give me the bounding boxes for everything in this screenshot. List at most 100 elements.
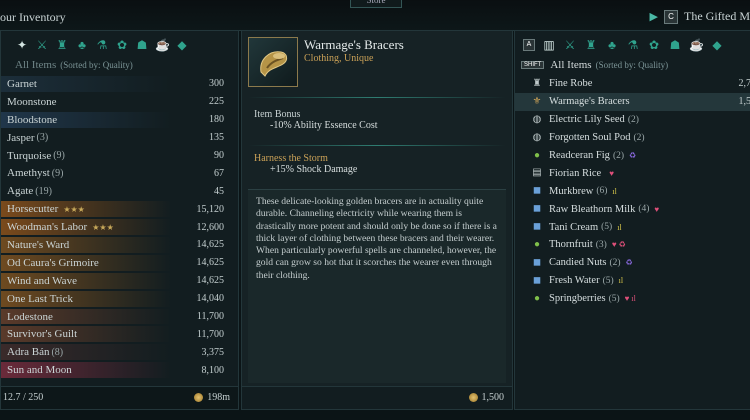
- list-item[interactable]: Nature's Ward 14,625: [1, 236, 238, 254]
- left-subcategory-label: All Items: [15, 59, 57, 71]
- item-count: (9): [51, 167, 64, 179]
- list-item[interactable]: Moonstone 225: [1, 93, 238, 111]
- food-icon[interactable]: ☕: [689, 38, 704, 52]
- rice-icon: ▤: [532, 167, 542, 179]
- list-item[interactable]: Od Caura's Grimoire 14,625: [1, 254, 238, 272]
- merchant-inventory-panel: A ▥ ⚔ ♜ ♣ ⚗ ✿ ☗ ☕ ◆ SHIFT All Items (Sor…: [514, 30, 750, 410]
- item-value: 45: [214, 185, 224, 197]
- list-item[interactable]: ◍ Electric Lily Seed (2): [515, 111, 750, 129]
- item-name: Moonstone: [7, 95, 57, 108]
- key-hint-c[interactable]: C: [664, 9, 679, 24]
- center-price-bar: 1,500: [242, 386, 512, 409]
- player-money: 198m: [194, 392, 230, 403]
- food-icon: ◼: [532, 256, 542, 268]
- list-item[interactable]: Agate (19) 45: [1, 182, 238, 200]
- item-header: Warmage's Bracers Clothing, Unique: [248, 37, 504, 89]
- armor-icon[interactable]: ♜: [584, 38, 598, 52]
- consumables-icon[interactable]: ⚗: [626, 38, 640, 52]
- list-item[interactable]: Wind and Wave 14,625: [1, 272, 238, 290]
- list-item[interactable]: ● Springberries (5) ♥ ıl: [515, 290, 750, 308]
- item-name: Tani Cream: [549, 221, 599, 233]
- accessories-icon[interactable]: ♣: [605, 38, 619, 52]
- seed-icon: ◍: [532, 113, 542, 125]
- list-item[interactable]: Turquoise (9) 90: [1, 147, 238, 165]
- item-name: Fresh Water: [549, 275, 600, 287]
- item-tag: ıl: [617, 222, 622, 232]
- list-item[interactable]: One Last Trick 14,040: [1, 290, 238, 308]
- left-sort-row[interactable]: All Items (Sorted by: Quality): [1, 55, 238, 73]
- item-tag: ♻: [629, 151, 637, 160]
- gem-icon[interactable]: ◆: [175, 38, 189, 52]
- list-item[interactable]: ◼ Murkbrew (6) ıl: [515, 182, 750, 200]
- item-tag: ♥ ♻: [611, 240, 626, 250]
- list-item[interactable]: Bloodstone 180: [1, 111, 238, 129]
- item-description: These delicate-looking golden bracers ar…: [256, 196, 497, 281]
- list-item[interactable]: ● Readceran Fig (2) ♻: [515, 147, 750, 165]
- item-count: (4): [638, 204, 650, 215]
- armor-icon[interactable]: ♜: [55, 38, 69, 52]
- store-tab[interactable]: Store: [350, 0, 402, 8]
- left-item-list: Garnet 300 Moonstone 225 Bloodstone 180 Jas…: [1, 75, 238, 379]
- crafting-icon[interactable]: ✿: [115, 38, 129, 52]
- list-item[interactable]: ♜ Fine Robe 2,7: [515, 75, 750, 93]
- coin-icon: [468, 393, 478, 403]
- list-item[interactable]: Amethyst (9) 67: [1, 164, 238, 182]
- item-name: Survivor's Guilt: [7, 328, 78, 341]
- item-value: 225: [209, 96, 224, 108]
- left-sort-label: (Sorted by: Quality): [60, 60, 133, 70]
- harness-line: +15% Shock Damage: [270, 164, 358, 175]
- list-item[interactable]: ● Thornfruit (3) ♥ ♻: [515, 236, 750, 254]
- crafting-icon[interactable]: ✿: [647, 38, 661, 52]
- all-items-icon[interactable]: ✦: [15, 38, 29, 52]
- list-item[interactable]: Adra Bán (8) 3,375: [1, 343, 238, 361]
- list-item[interactable]: ◼ Candied Nuts (2) ♻: [515, 254, 750, 272]
- consumables-icon[interactable]: ⚗: [95, 38, 109, 52]
- right-item-list: ♜ Fine Robe 2,7 ⚜ Warmage's Bracers 1,5 ◍ Ele…: [515, 75, 750, 308]
- item-value: 11,700: [196, 311, 224, 323]
- bracers-icon: [248, 37, 298, 87]
- right-sort-row[interactable]: SHIFT All Items (Sorted by: Quality): [515, 55, 750, 73]
- key-hint-shift[interactable]: SHIFT: [521, 61, 545, 69]
- list-item-selected[interactable]: ⚜ Warmage's Bracers 1,5: [515, 92, 750, 111]
- item-value: 180: [209, 114, 224, 126]
- gem-icon[interactable]: ◆: [710, 38, 724, 52]
- item-stars: ★★★: [63, 204, 85, 214]
- weapons-icon[interactable]: ⚔: [563, 38, 577, 52]
- item-count: (6): [596, 186, 608, 197]
- all-items-icon[interactable]: ▥: [542, 38, 556, 52]
- key-hint-a[interactable]: A: [523, 39, 535, 51]
- lamp-icon[interactable]: ☗: [135, 38, 149, 52]
- list-item[interactable]: ◼ Raw Bleathorn Milk (4) ♥: [515, 200, 750, 218]
- accessories-icon[interactable]: ♣: [75, 38, 89, 52]
- item-count: (5): [602, 275, 614, 286]
- list-item[interactable]: Garnet 300: [1, 75, 238, 93]
- list-item[interactable]: Woodman's Labor ★★★ 12,600: [1, 218, 238, 236]
- item-count: (2): [609, 257, 621, 268]
- list-item[interactable]: Survivor's Guilt 11,700: [1, 325, 238, 343]
- item-tag: ıl: [618, 276, 624, 286]
- weapons-icon[interactable]: ⚔: [35, 38, 49, 52]
- left-status-bar: 12.7 / 250 198m: [1, 386, 238, 409]
- list-item[interactable]: ◼ Tani Cream (5) ıl: [515, 218, 750, 236]
- item-value: 14,625: [196, 239, 225, 251]
- item-name: Warmage's Bracers: [304, 37, 404, 52]
- item-name: Springberries: [549, 293, 606, 305]
- list-item[interactable]: Horsecutter ★★★ 15,120: [1, 200, 238, 218]
- item-name: One Last Trick: [7, 292, 73, 305]
- list-item[interactable]: ◍ Forgotten Soul Pod (2): [515, 129, 750, 147]
- list-item[interactable]: ◼ Fresh Water (5) ıl: [515, 272, 750, 290]
- lamp-icon[interactable]: ☗: [668, 38, 682, 52]
- item-count: (5): [608, 293, 620, 304]
- list-item[interactable]: Lodestone 11,700: [1, 308, 238, 326]
- item-value: 135: [209, 132, 224, 144]
- item-tag: ıl: [612, 186, 617, 196]
- list-item[interactable]: Jasper (3) 135: [1, 129, 238, 147]
- list-item[interactable]: ▤ Fiorian Rice ♥: [515, 164, 750, 182]
- list-item[interactable]: Sun and Moon 8,100: [1, 361, 238, 379]
- coin-icon: [194, 393, 204, 403]
- harness-heading: Harness the Storm: [254, 153, 328, 164]
- item-name: Agate: [7, 185, 34, 198]
- food-icon[interactable]: ☕: [155, 38, 170, 52]
- item-value: 8,100: [201, 364, 225, 376]
- item-count: (8): [51, 346, 64, 358]
